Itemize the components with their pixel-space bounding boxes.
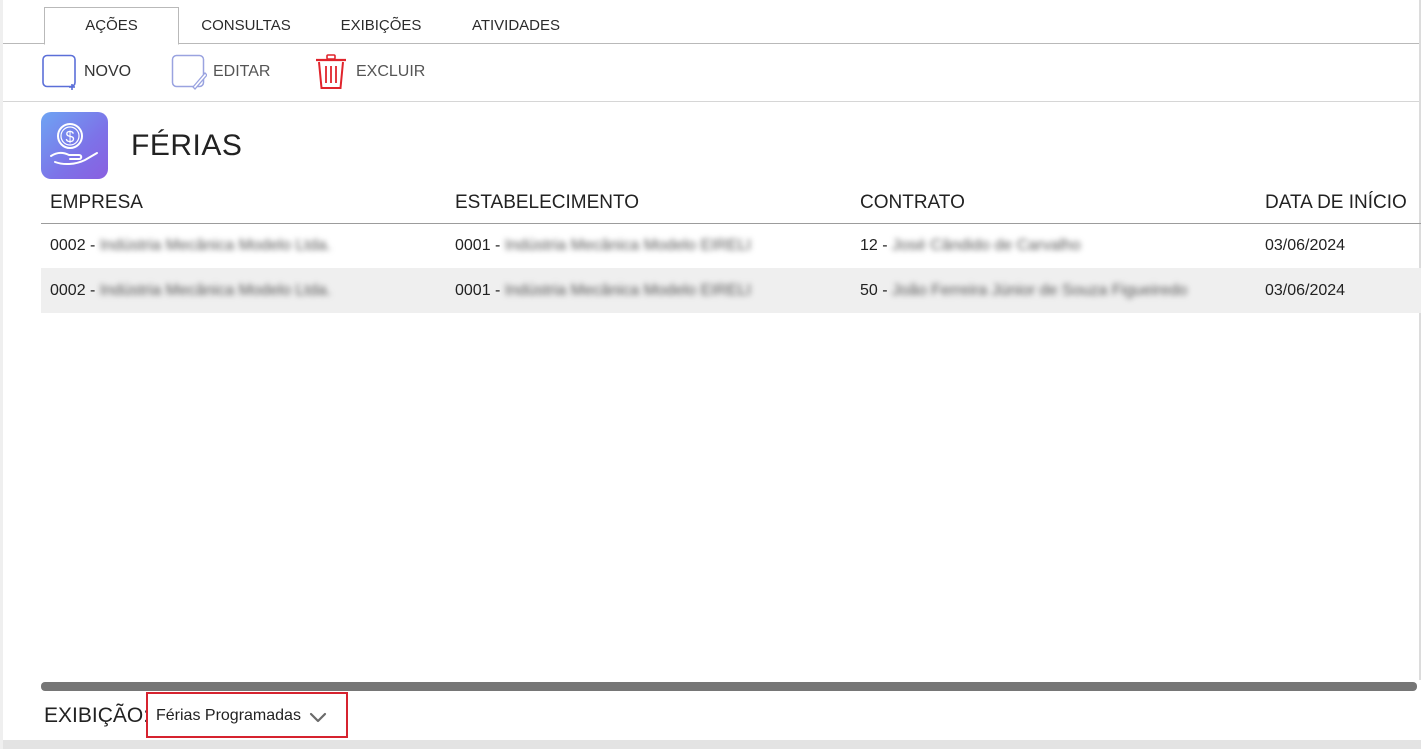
empresa-name-redacted: Indústria Mecânica Modelo Ltda. bbox=[99, 282, 332, 299]
contrato-name-redacted: João Ferreira Júnior de Souza Figueiredo bbox=[892, 282, 1188, 299]
edit-document-icon bbox=[171, 54, 207, 90]
estab-code: 0001 - bbox=[455, 237, 501, 254]
estab-name-redacted: Indústria Mecânica Modelo EIRELI bbox=[504, 282, 752, 299]
column-header-estabelecimento[interactable]: ESTABELECIMENTO bbox=[455, 191, 639, 215]
delete-button-label: EXCLUIR bbox=[356, 63, 426, 80]
edit-button-label: EDITAR bbox=[213, 63, 271, 80]
window-left-edge bbox=[0, 0, 3, 749]
contrato-name-redacted: José Cândido de Carvalho bbox=[892, 237, 1081, 254]
display-label: EXIBIÇÃO: bbox=[44, 704, 150, 727]
cell-contrato: 50 - João Ferreira Júnior de Souza Figue… bbox=[860, 268, 1187, 313]
scrollbar-thumb[interactable] bbox=[41, 682, 1417, 691]
toolbar-divider bbox=[3, 101, 1419, 102]
tab-atividades[interactable]: ATIVIDADES bbox=[462, 7, 570, 44]
estab-name-redacted: Indústria Mecânica Modelo EIRELI bbox=[504, 237, 752, 254]
tabs-divider bbox=[3, 43, 1419, 44]
money-hand-icon: $ bbox=[41, 112, 108, 179]
cell-data-inicio: 03/06/2024 bbox=[1265, 237, 1346, 254]
cell-data-inicio: 03/06/2024 bbox=[1265, 282, 1346, 299]
table-row[interactable]: 0002 - Indústria Mecânica Modelo Ltda. 0… bbox=[41, 268, 1421, 313]
page-title: FÉRIAS bbox=[131, 129, 243, 162]
display-dropdown[interactable]: Férias Programadas bbox=[146, 692, 348, 738]
column-header-data-inicio[interactable]: DATA DE INÍCIO bbox=[1265, 191, 1407, 215]
display-selected-value: Férias Programadas bbox=[156, 707, 301, 724]
new-button-label: NOVO bbox=[84, 63, 132, 80]
chevron-down-icon bbox=[309, 712, 327, 723]
cell-empresa: 0002 - Indústria Mecânica Modelo Ltda. bbox=[50, 223, 331, 268]
empresa-name-redacted: Indústria Mecânica Modelo Ltda. bbox=[99, 237, 332, 254]
horizontal-scrollbar[interactable] bbox=[41, 682, 1421, 692]
contrato-code: 12 - bbox=[860, 237, 888, 254]
edit-button[interactable]: EDITAR bbox=[171, 54, 270, 90]
column-header-contrato[interactable]: CONTRATO bbox=[860, 191, 965, 215]
empresa-code: 0002 - bbox=[50, 282, 96, 299]
cell-contrato: 12 - José Cândido de Carvalho bbox=[860, 223, 1081, 268]
status-strip bbox=[3, 740, 1421, 749]
delete-button[interactable]: EXCLUIR bbox=[314, 54, 425, 90]
ribbon-tabs: AÇÕES CONSULTAS EXIBIÇÕES ATIVIDADES bbox=[0, 0, 1421, 45]
contrato-code: 50 - bbox=[860, 282, 888, 299]
estab-code: 0001 - bbox=[455, 282, 501, 299]
tab-exibicoes[interactable]: EXIBIÇÕES bbox=[330, 7, 432, 44]
tab-consultas[interactable]: CONSULTAS bbox=[190, 7, 302, 44]
trash-icon bbox=[316, 54, 346, 89]
table-row[interactable]: 0002 - Indústria Mecânica Modelo Ltda. 0… bbox=[41, 223, 1421, 268]
new-document-icon bbox=[42, 54, 76, 90]
column-header-empresa[interactable]: EMPRESA bbox=[50, 191, 143, 215]
tab-acoes[interactable]: AÇÕES bbox=[44, 7, 179, 45]
cell-estabelecimento: 0001 - Indústria Mecânica Modelo EIRELI bbox=[455, 223, 751, 268]
action-toolbar: NOVO EDITAR EXCLUIR bbox=[3, 45, 1419, 101]
svg-text:$: $ bbox=[66, 129, 75, 146]
cell-estabelecimento: 0001 - Indústria Mecânica Modelo EIRELI bbox=[455, 268, 751, 313]
empresa-code: 0002 - bbox=[50, 237, 96, 254]
cell-empresa: 0002 - Indústria Mecânica Modelo Ltda. bbox=[50, 268, 331, 313]
new-button[interactable]: NOVO bbox=[42, 54, 131, 90]
